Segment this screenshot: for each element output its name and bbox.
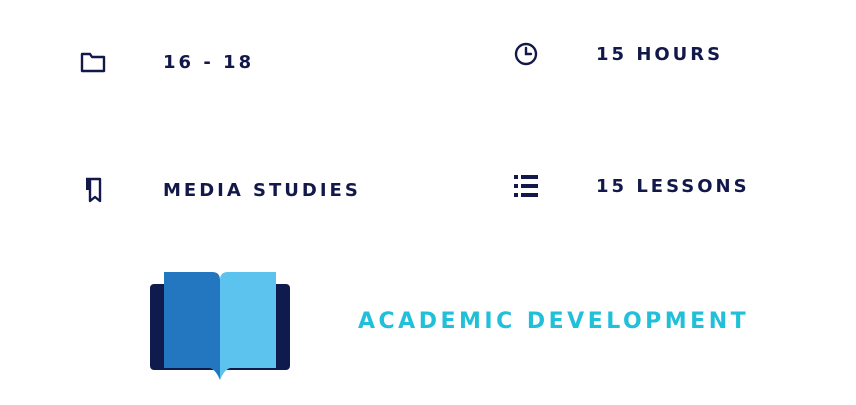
subject-label: MEDIA STUDIES [163,179,361,201]
duration-item: 15 HOURS [512,40,723,68]
age-range-label: 16 - 18 [163,51,255,73]
age-range-item: 16 - 18 [79,48,254,76]
list-icon [512,172,540,200]
duration-label: 15 HOURS [596,43,724,65]
subject-item: MEDIA STUDIES [79,176,361,204]
lessons-item: 15 LESSONS [512,172,750,200]
lessons-label: 15 LESSONS [596,175,750,197]
folder-icon [79,48,107,76]
open-book-icon [150,270,290,382]
clock-icon [512,40,540,68]
bookmark-book-icon [79,176,107,204]
category-title: ACADEMIC DEVELOPMENT [358,309,750,334]
